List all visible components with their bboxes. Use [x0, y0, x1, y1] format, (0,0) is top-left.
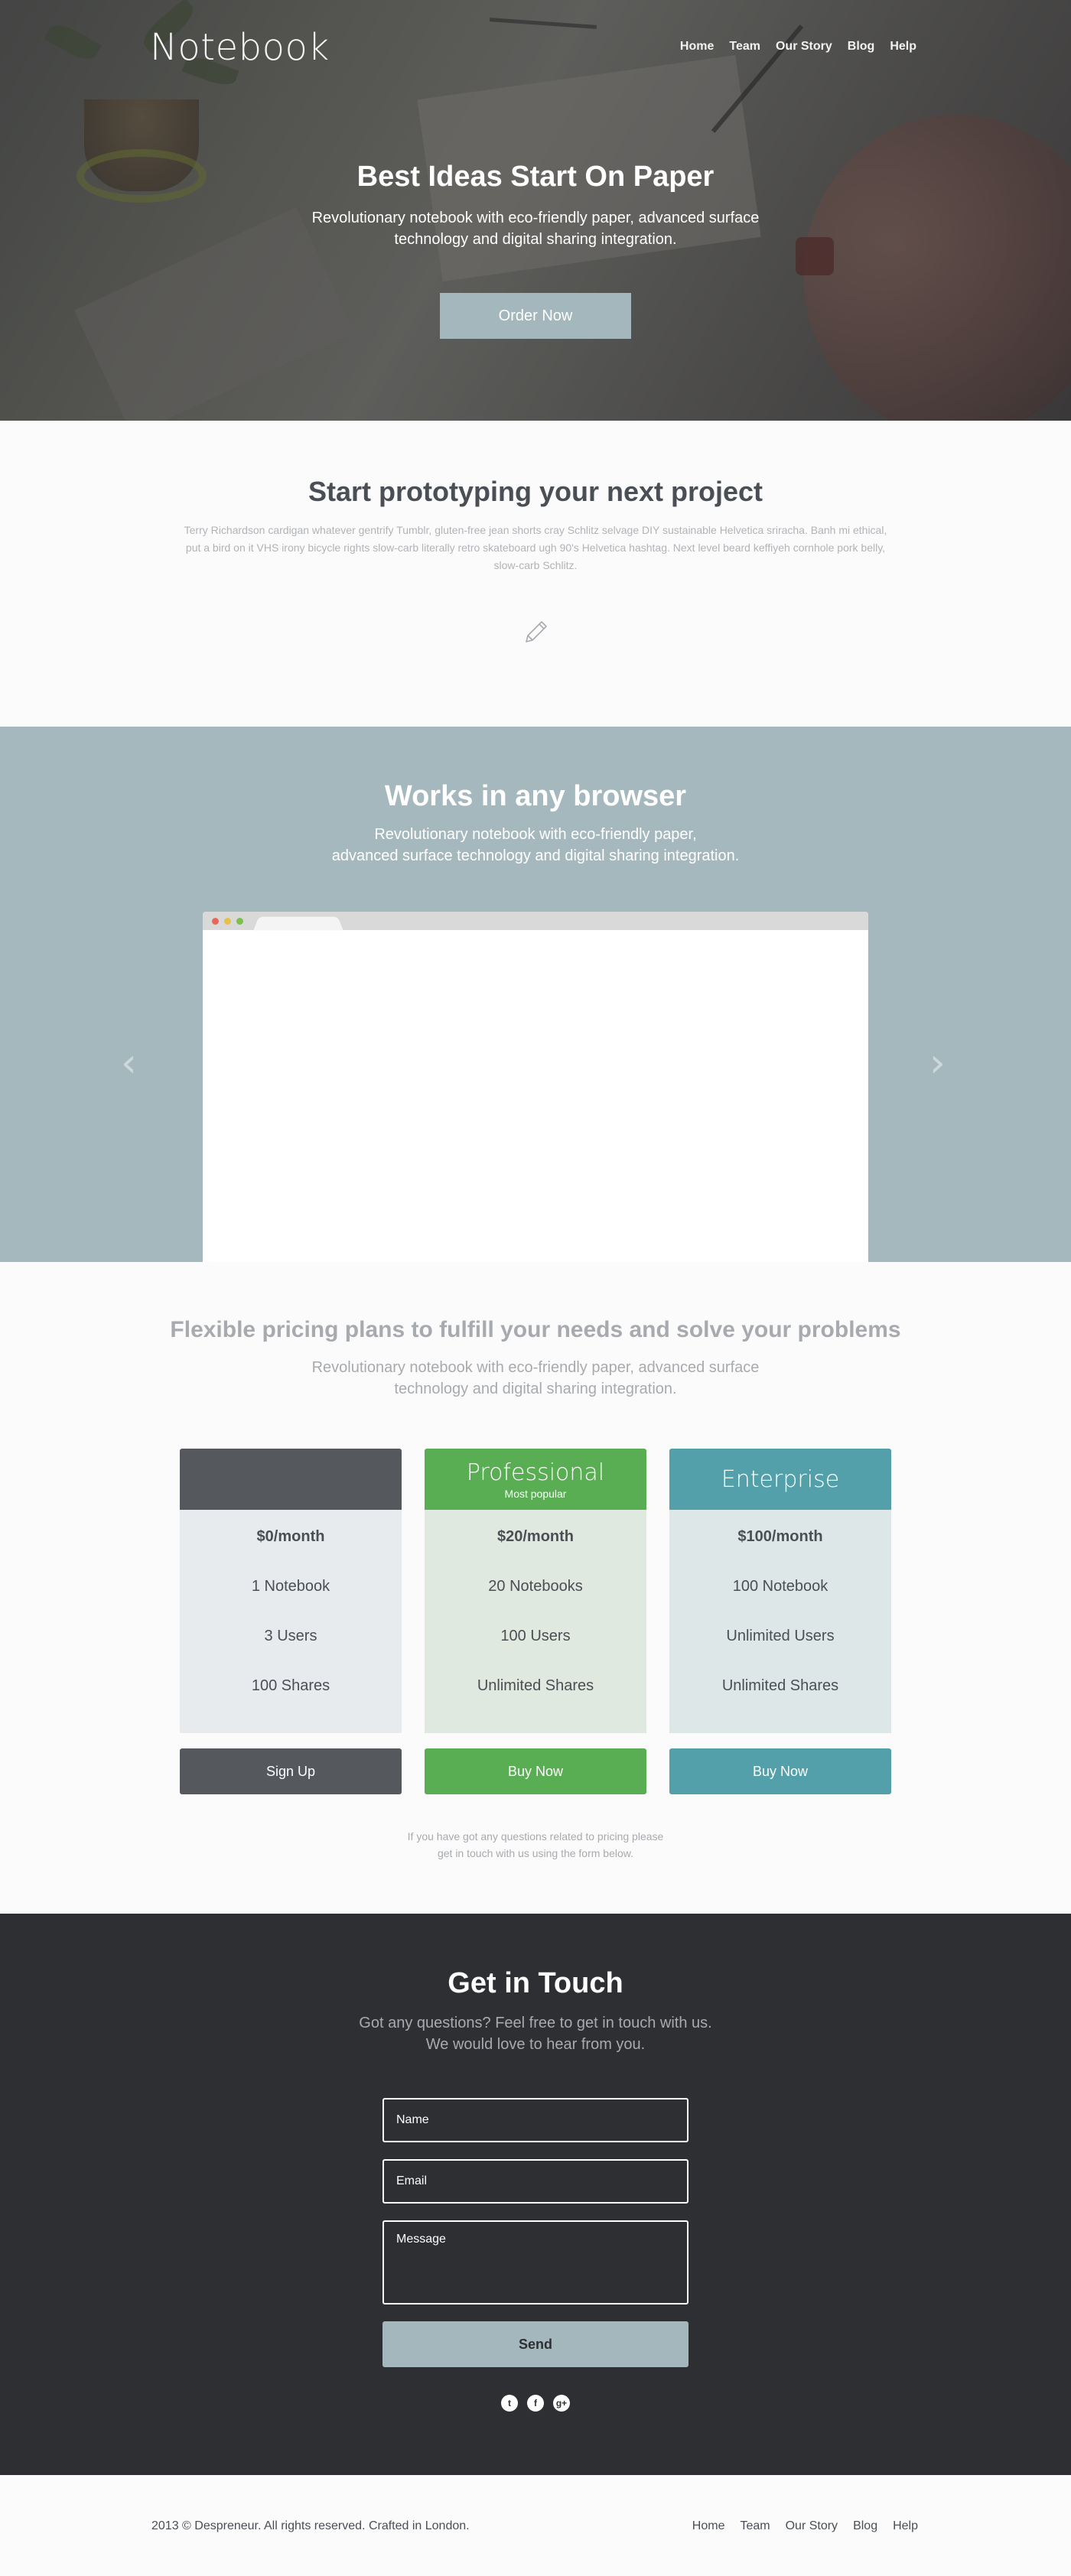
plan-card-professional: Professional Most popular $20/month 20 N…	[425, 1449, 646, 1794]
carousel-prev-arrow[interactable]: ‹	[121, 1040, 137, 1086]
footer-nav-blog[interactable]: Blog	[853, 2519, 877, 2533]
browser-titlebar	[203, 912, 868, 931]
plan-feature-shares: Unlimited Shares	[721, 1677, 839, 1694]
google-plus-icon[interactable]: g+	[553, 2395, 570, 2412]
pricing-section: Flexible pricing plans to fulfill your n…	[0, 1262, 1071, 1914]
browser-section: Works in any browser Revolutionary noteb…	[0, 727, 1071, 1262]
close-dot-icon	[212, 918, 219, 925]
sign-up-button[interactable]: Sign Up	[180, 1748, 402, 1794]
prototype-section: Start prototyping your next project Terr…	[0, 421, 1071, 727]
facebook-icon[interactable]: f	[527, 2395, 544, 2412]
order-now-button[interactable]: Order Now	[440, 293, 631, 339]
nav-blog[interactable]: Blog	[848, 40, 875, 54]
browser-subtitle-line2: advanced surface technology and digital …	[331, 847, 740, 864]
plan-feature-notebooks: 1 Notebook	[251, 1578, 330, 1595]
hero-content: Best Ideas Start On Paper Revolutionary …	[0, 161, 1071, 339]
pencil-icon	[526, 621, 547, 642]
top-navigation: Notebook Home Team Our Story Blog Help	[0, 0, 1071, 92]
plan-header: Professional Most popular	[425, 1449, 646, 1510]
plan-price: $100/month	[737, 1528, 823, 1545]
plan-feature-users: 100 Users	[500, 1628, 571, 1644]
minimize-dot-icon	[224, 918, 231, 925]
plan-name: Enterprise	[721, 1465, 840, 1493]
plan-card-enterprise: Enterprise $100/month 100 Notebook Unlim…	[669, 1449, 891, 1794]
plan-badge: Most popular	[504, 1487, 567, 1500]
plan-price: $20/month	[496, 1528, 575, 1545]
pricing-subtitle: Revolutionary notebook with eco-friendly…	[311, 1359, 760, 1397]
browser-tab	[253, 916, 343, 931]
nav-team[interactable]: Team	[729, 40, 760, 54]
browser-mockup	[203, 912, 868, 1262]
hero-section: Notebook Home Team Our Story Blog Help B…	[0, 0, 1071, 421]
prototype-text: Terry Richardson cardigan whatever gentr…	[184, 524, 887, 571]
plan-header: Enterprise	[669, 1449, 891, 1510]
browser-title: Works in any browser	[384, 780, 687, 812]
plan-features: $100/month 100 Notebook Unlimited Users …	[669, 1510, 891, 1733]
contact-section: Get in Touch Got any questions? Feel fre…	[0, 1914, 1071, 2475]
footer-nav-our-story[interactable]: Our Story	[786, 2519, 838, 2533]
contact-subtitle-line2: We would love to hear from you.	[425, 2036, 646, 2053]
plan-feature-shares: Unlimited Shares	[477, 1677, 594, 1694]
send-button[interactable]: Send	[382, 2321, 688, 2367]
footer-nav-help[interactable]: Help	[893, 2519, 918, 2533]
plan-name: Professional	[466, 1459, 605, 1486]
maximize-dot-icon	[236, 918, 243, 925]
hero-subtitle: Revolutionary notebook with eco-friendly…	[311, 210, 760, 248]
contact-title: Get in Touch	[448, 1967, 623, 1999]
plan-card-free: $0/month 1 Notebook 3 Users 100 Shares S…	[180, 1449, 402, 1794]
footer-nav-home[interactable]: Home	[692, 2519, 725, 2533]
plan-feature-users: 3 Users	[264, 1628, 317, 1644]
pricing-title: Flexible pricing plans to fulfill your n…	[170, 1317, 901, 1342]
buy-now-professional-button[interactable]: Buy Now	[425, 1748, 646, 1794]
logo[interactable]: Notebook	[150, 26, 330, 69]
prototype-title: Start prototyping your next project	[308, 476, 763, 507]
pricing-note-line1: If you have got any questions related to…	[407, 1830, 664, 1843]
copyright-text: 2013 © Despreneur. All rights reserved. …	[151, 2519, 470, 2532]
footer-menu: Home Team Our Story Blog Help	[692, 2519, 918, 2533]
nav-help[interactable]: Help	[890, 40, 916, 54]
pricing-plans: $0/month 1 Notebook 3 Users 100 Shares S…	[0, 1449, 1071, 1794]
plan-feature-notebooks: 20 Notebooks	[488, 1578, 583, 1595]
nav-home[interactable]: Home	[680, 40, 714, 54]
plan-features: $0/month 1 Notebook 3 Users 100 Shares	[180, 1510, 402, 1733]
main-menu: Home Team Our Story Blog Help	[680, 40, 916, 54]
hero-title: Best Ideas Start On Paper	[356, 161, 715, 193]
carousel-next-arrow[interactable]: ›	[929, 1040, 946, 1086]
email-field[interactable]: Email	[382, 2159, 688, 2204]
social-links: t f g+	[382, 2395, 688, 2412]
plan-header	[180, 1449, 402, 1510]
pricing-note-line2: get in touch with us using the form belo…	[437, 1847, 634, 1859]
plan-feature-users: Unlimited Users	[726, 1628, 835, 1644]
nav-our-story[interactable]: Our Story	[776, 40, 832, 54]
plan-features: $20/month 20 Notebooks 100 Users Unlimit…	[425, 1510, 646, 1733]
name-field[interactable]: Name	[382, 2098, 688, 2142]
browser-subtitle-line1: Revolutionary notebook with eco-friendly…	[374, 826, 697, 843]
footer: 2013 © Despreneur. All rights reserved. …	[0, 2475, 1071, 2576]
plan-feature-notebooks: 100 Notebook	[732, 1578, 828, 1595]
plan-feature-shares: 100 Shares	[251, 1677, 330, 1694]
twitter-icon[interactable]: t	[501, 2395, 518, 2412]
contact-subtitle-line1: Got any questions? Feel free to get in t…	[359, 2015, 712, 2031]
contact-form: Name Email Message Send t f g+	[382, 2098, 688, 2412]
plan-price: $0/month	[256, 1528, 325, 1545]
message-field[interactable]: Message	[382, 2220, 688, 2304]
buy-now-enterprise-button[interactable]: Buy Now	[669, 1748, 891, 1794]
footer-nav-team[interactable]: Team	[740, 2519, 770, 2533]
